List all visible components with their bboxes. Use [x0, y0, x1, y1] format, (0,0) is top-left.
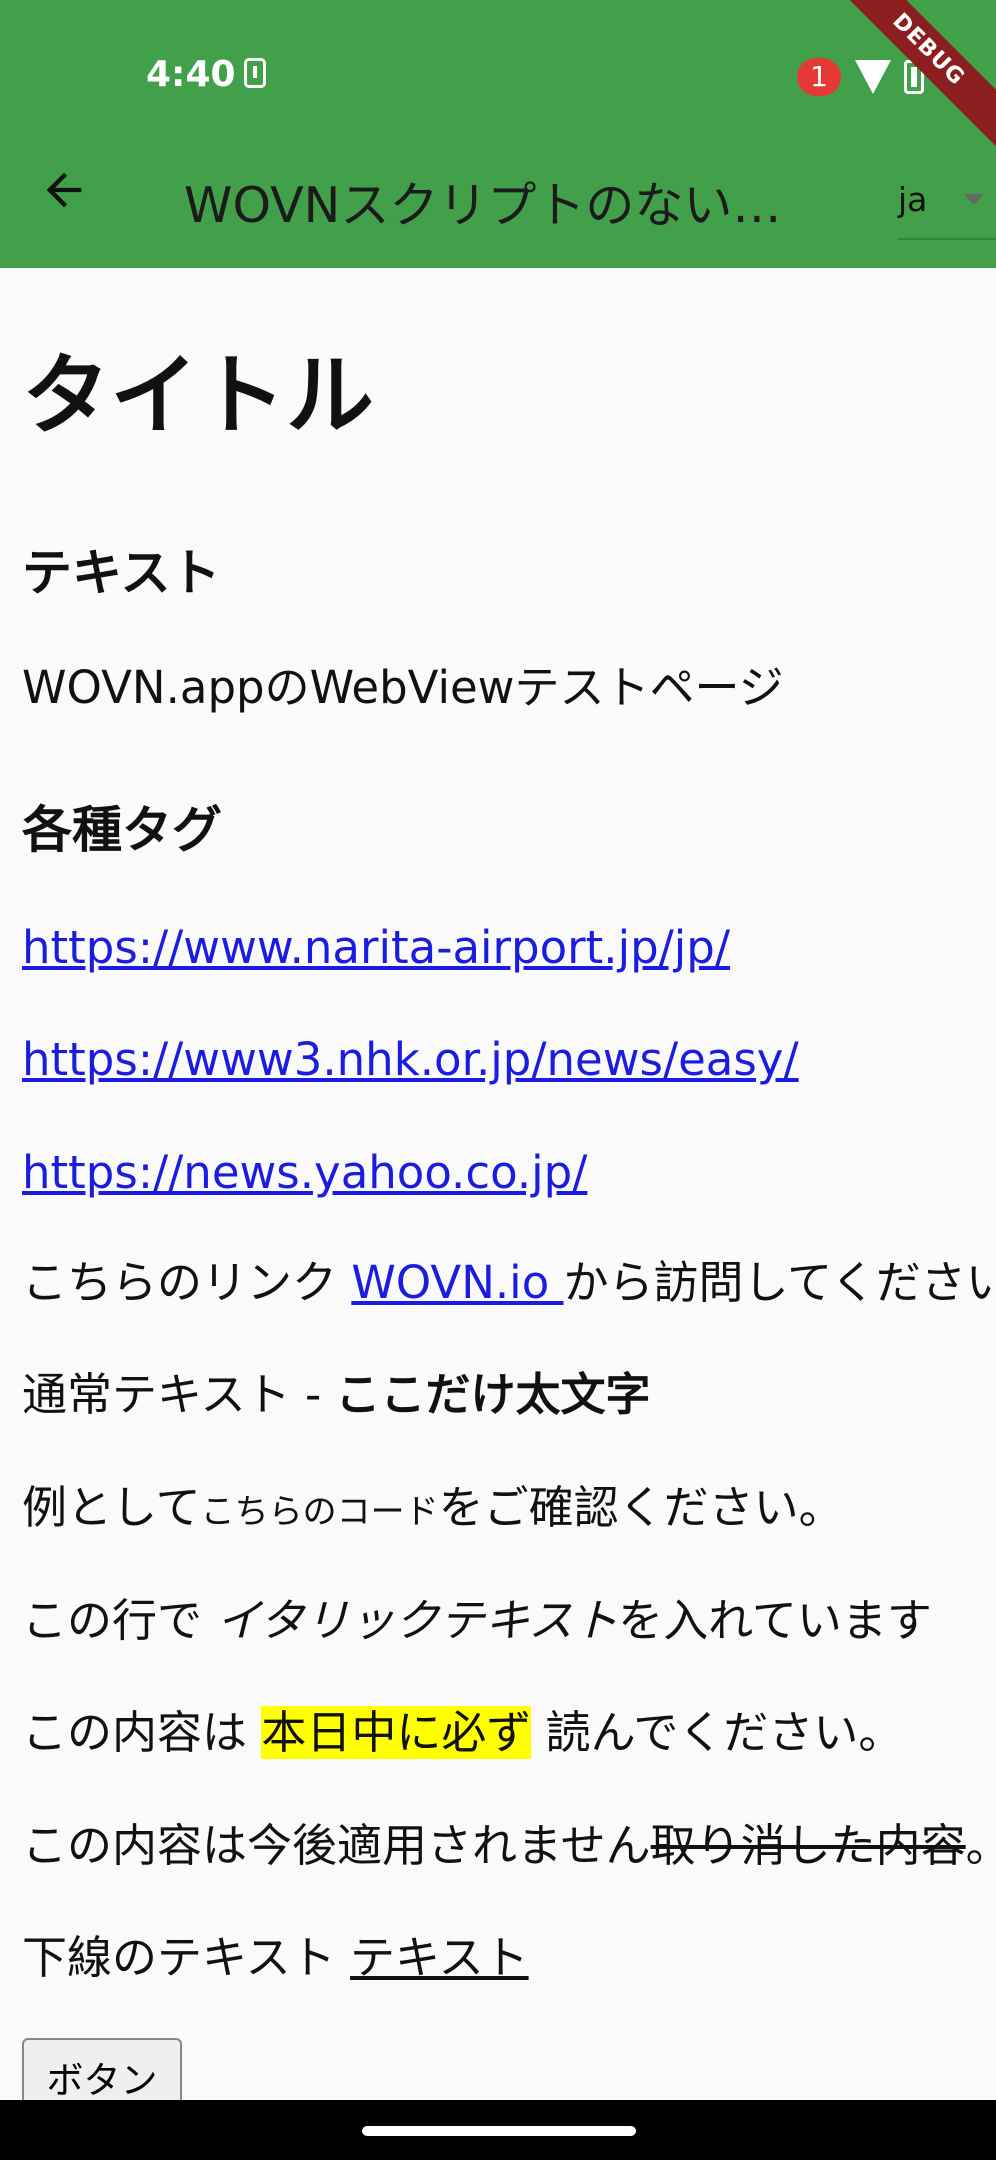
bold-text: ここだけ太文字 [335, 1368, 651, 1421]
bold-prefix: 通常テキスト - [22, 1368, 336, 1421]
mark-prefix: この内容は [22, 1706, 262, 1759]
app-bar: 4:40 1 DEBUG WOVNスクリプトのない… ja [0, 0, 996, 268]
dropdown-arrow-icon [964, 194, 984, 205]
bold-line: 通常テキスト - ここだけ太文字 [22, 1370, 651, 1420]
app-bar-title: WOVNスクリプトのない… [184, 177, 782, 234]
strike-suffix: 。 [966, 1819, 996, 1872]
highlighted-text: 本日中に必ず [261, 1706, 532, 1759]
underline-line: 下線のテキスト テキスト [22, 1933, 529, 1983]
visit-prefix: こちらのリンク [22, 1256, 352, 1309]
code-prefix: 例として [22, 1481, 201, 1534]
strikethrough-text: 取り消した内容 [650, 1819, 966, 1872]
strike-prefix: この内容は今後適用されません [22, 1819, 651, 1872]
intro-text: WOVN.appのWebViewテストページ [22, 661, 784, 714]
link-wovn[interactable]: WOVN.io [351, 1256, 563, 1309]
section-heading-text: テキスト [22, 544, 221, 602]
strike-line: この内容は今後適用されません取り消した内容。 [22, 1821, 996, 1871]
notification-badge: 1 [797, 58, 841, 96]
italic-line: この行で イタリックテキストを入れています [22, 1596, 932, 1646]
code-line: 例としてこちらのコードをご確認ください。 [22, 1483, 844, 1533]
test-button[interactable]: ボタン [22, 2038, 182, 2108]
mark-suffix: 読んでください。 [531, 1706, 904, 1759]
visit-line: こちらのリンク WOVN.io から訪問してください [22, 1258, 996, 1308]
home-gesture-handle[interactable] [362, 2126, 636, 2136]
status-time: 4:40 [146, 54, 236, 95]
link-narita[interactable]: https://www.narita-airport.jp/jp/ [22, 923, 730, 973]
italic-prefix: この行で [22, 1594, 217, 1647]
italic-suffix: を入れています [618, 1594, 932, 1647]
download-icon [244, 58, 266, 88]
section-heading-tags: 各種タグ [22, 801, 222, 859]
underlined-text: テキスト [349, 1931, 529, 1984]
navigation-bar [0, 2100, 996, 2160]
code-text: こちらのコード [200, 1492, 439, 1532]
back-button[interactable] [38, 164, 108, 234]
language-dropdown[interactable]: ja [898, 172, 996, 240]
link-nhk[interactable]: https://www3.nhk.or.jp/news/easy/ [22, 1035, 799, 1085]
underline-prefix: 下線のテキスト [22, 1931, 350, 1984]
mark-line: この内容は 本日中に必ず 読んでください。 [22, 1706, 904, 1759]
visit-suffix: から訪問してください [563, 1256, 996, 1309]
wifi-icon [855, 60, 891, 94]
back-arrow-icon [46, 172, 82, 208]
page-title: タイトル [22, 344, 375, 447]
link-yahoo[interactable]: https://news.yahoo.co.jp/ [22, 1148, 587, 1198]
language-value: ja [898, 180, 928, 219]
code-suffix: をご確認ください。 [438, 1481, 844, 1534]
italic-text: イタリックテキスト [216, 1594, 619, 1647]
